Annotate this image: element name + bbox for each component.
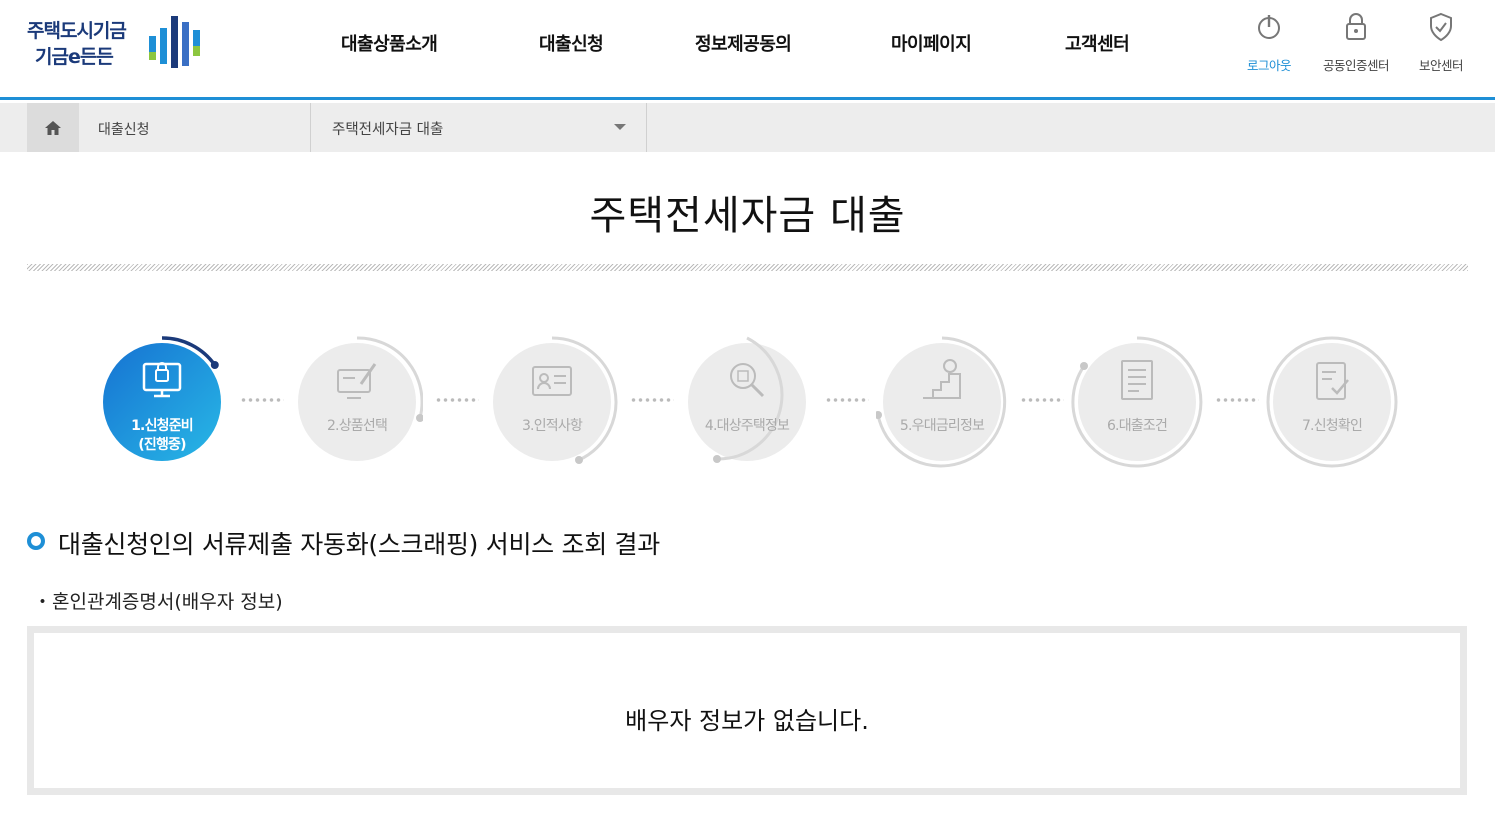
home-button[interactable]	[27, 103, 79, 152]
logout-button[interactable]: 로그아웃	[1234, 12, 1304, 74]
step-connector	[630, 398, 674, 402]
step-2: 2.상품선택	[291, 336, 423, 468]
breadcrumb-divider	[646, 103, 647, 152]
step-label: 4.대상주택정보	[704, 418, 790, 434]
logo-bars-icon	[149, 16, 200, 68]
document-icon	[1121, 360, 1153, 400]
sub-item-marriage-cert: ・혼인관계증명서(배우자 정보)	[33, 591, 283, 613]
step-connector	[1020, 398, 1064, 402]
security-center-label: 보안센터	[1418, 58, 1464, 73]
breadcrumb: 대출신청 주택전세자금 대출	[0, 103, 1495, 152]
power-icon	[1258, 15, 1280, 39]
gnb-loan-products[interactable]: 대출상품소개	[341, 30, 438, 56]
security-center-button[interactable]: 보안센터	[1406, 12, 1476, 74]
checklist-icon	[1316, 362, 1349, 400]
shield-icon	[1430, 12, 1452, 42]
home-icon	[45, 120, 61, 135]
step-label: 2.상품선택	[326, 418, 388, 434]
lock-icon	[1346, 13, 1366, 40]
section-title: 대출신청인의 서류제출 자동화(스크래핑) 서비스 조회 결과	[58, 530, 660, 559]
breadcrumb-divider	[310, 103, 311, 152]
gnb-mypage[interactable]: 마이페이지	[891, 30, 972, 56]
logout-label: 로그아웃	[1246, 58, 1292, 73]
title-divider	[27, 264, 1468, 271]
step-connector	[825, 398, 869, 402]
step-label: 7.신청확인	[1301, 418, 1363, 434]
breadcrumb-level1[interactable]: 대출신청	[98, 119, 150, 139]
step-7: 7.신청확인	[1266, 336, 1398, 468]
step-connector	[1215, 398, 1259, 402]
step-4: 4.대상주택정보	[681, 336, 813, 468]
monitor-icon	[142, 362, 182, 398]
step-label: 1.신청준비 (진행중)	[131, 418, 194, 453]
cert-center-button[interactable]: 공동인증센터	[1321, 12, 1391, 74]
stairs-coin-icon	[923, 359, 961, 399]
step-6: 6.대출조건	[1071, 336, 1203, 468]
cert-center-label: 공동인증센터	[1322, 58, 1390, 73]
step-5: 5.우대금리정보	[876, 336, 1008, 468]
step-1: 1.신청준비 (진행중)	[96, 336, 228, 468]
page-title: 주택전세자금 대출	[589, 193, 906, 239]
gnb-loan-apply[interactable]: 대출신청	[539, 30, 604, 56]
section-bullet-icon	[27, 532, 45, 550]
header: 주택도시기금 기금e든든 대출상품소개 대출신청 정보제공동의 마이페이지 고객…	[0, 0, 1495, 100]
step-connector	[435, 398, 479, 402]
logo-line2: 기금e든든	[35, 46, 114, 68]
step-3: 3.인적사항	[486, 336, 618, 468]
computer-pen-icon	[337, 363, 377, 399]
magnifier-icon	[730, 363, 765, 398]
logo-line1: 주택도시기금	[27, 20, 127, 42]
step-label: 5.우대금리정보	[899, 418, 985, 434]
step-label: 6.대출조건	[1106, 418, 1168, 434]
id-card-icon	[532, 366, 572, 396]
site-logo[interactable]: 주택도시기금 기금e든든	[27, 14, 212, 74]
result-box: 배우자 정보가 없습니다.	[27, 626, 1467, 795]
breadcrumb-level2-select[interactable]: 주택전세자금 대출	[332, 118, 443, 139]
step-connector	[240, 398, 284, 402]
chevron-down-icon[interactable]	[614, 124, 626, 130]
gnb-customer-center[interactable]: 고객센터	[1065, 30, 1130, 56]
step-label: 3.인적사항	[521, 418, 583, 434]
gnb-info-consent[interactable]: 정보제공동의	[695, 30, 792, 56]
empty-message: 배우자 정보가 없습니다.	[625, 707, 869, 735]
